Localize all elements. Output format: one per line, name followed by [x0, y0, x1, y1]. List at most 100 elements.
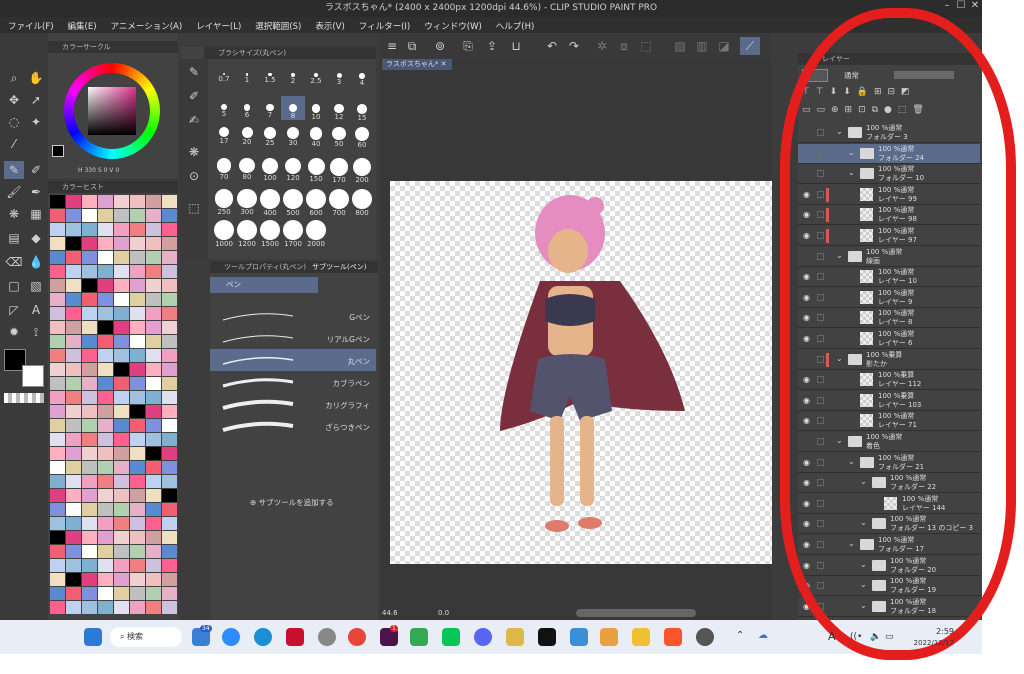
- color-history-swatch[interactable]: [146, 251, 161, 264]
- color-history-swatch[interactable]: [98, 307, 113, 320]
- color-history-swatch[interactable]: [162, 601, 177, 614]
- pattern-tool-icon[interactable]: ▦: [26, 205, 46, 223]
- color-history-swatch[interactable]: [82, 517, 97, 530]
- color-history-swatch[interactable]: [114, 377, 129, 390]
- color-history-swatch[interactable]: [82, 391, 97, 404]
- color-history-swatch[interactable]: [114, 349, 129, 362]
- open-icon[interactable]: ⊚: [430, 37, 450, 55]
- color-history-swatch[interactable]: [114, 223, 129, 236]
- color-history-swatch[interactable]: [50, 349, 65, 362]
- snap-icon[interactable]: ▨: [670, 37, 690, 55]
- color-history-swatch[interactable]: [98, 251, 113, 264]
- color-history-swatch[interactable]: [162, 335, 177, 348]
- sub-color-swatch[interactable]: [22, 365, 44, 387]
- figure-tool-icon[interactable]: □: [4, 277, 24, 295]
- menu-list-icon[interactable]: ≡: [382, 37, 402, 55]
- brave-icon[interactable]: [664, 628, 682, 646]
- color-history-swatch[interactable]: [130, 349, 145, 362]
- brush-size-option[interactable]: 2.5: [304, 65, 328, 85]
- subtool-item[interactable]: カブラペン: [210, 371, 376, 393]
- color-history-swatch[interactable]: [66, 503, 81, 516]
- color-history-swatch[interactable]: [82, 559, 97, 572]
- brush-size-option[interactable]: 600: [304, 189, 328, 217]
- menu-help[interactable]: ヘルプ(H): [488, 17, 541, 33]
- move-tool-icon[interactable]: ✥: [4, 91, 24, 109]
- color-history-swatch[interactable]: [146, 391, 161, 404]
- eraser-tool-icon[interactable]: ⌫: [4, 253, 24, 271]
- transparent-color-swatch[interactable]: [4, 393, 44, 403]
- color-history-swatch[interactable]: [50, 475, 65, 488]
- color-history-swatch[interactable]: [98, 447, 113, 460]
- horizontal-scrollbar[interactable]: [576, 609, 696, 617]
- color-history-swatch[interactable]: [66, 237, 81, 250]
- color-history-swatch[interactable]: [162, 573, 177, 586]
- chrome-icon[interactable]: [348, 628, 366, 646]
- color-history-swatch[interactable]: [130, 545, 145, 558]
- color-history-swatch[interactable]: [114, 601, 129, 614]
- color-history-swatch[interactable]: [66, 531, 81, 544]
- color-history-swatch[interactable]: [114, 405, 129, 418]
- color-history-swatch[interactable]: [98, 517, 113, 530]
- color-history-swatch[interactable]: [130, 419, 145, 432]
- onedrive-icon[interactable]: ☁: [758, 630, 768, 641]
- frame-tool-icon[interactable]: ▧: [26, 277, 46, 295]
- menu-edit[interactable]: 編集(E): [60, 17, 103, 33]
- clip-paint-icon[interactable]: [696, 628, 714, 646]
- color-history-swatch[interactable]: [98, 531, 113, 544]
- color-history-swatch[interactable]: [146, 601, 161, 614]
- color-history-swatch[interactable]: [82, 209, 97, 222]
- color-history-swatch[interactable]: [146, 531, 161, 544]
- color-history-swatch[interactable]: [114, 447, 129, 460]
- color-history-swatch[interactable]: [66, 279, 81, 292]
- hand-tool-icon[interactable]: ✋: [26, 69, 46, 87]
- saturation-value-square[interactable]: [88, 87, 136, 135]
- color-history-swatch[interactable]: [50, 293, 65, 306]
- color-history-swatch[interactable]: [162, 377, 177, 390]
- color-history-swatch[interactable]: [50, 503, 65, 516]
- subtool-group-pen[interactable]: ペン: [210, 277, 318, 293]
- blend-group-icon[interactable]: ⊙: [184, 167, 204, 185]
- color-history-swatch[interactable]: [130, 195, 145, 208]
- color-history-tab[interactable]: カラーヒスト: [48, 181, 178, 193]
- color-history-swatch[interactable]: [114, 545, 129, 558]
- brush-size-option[interactable]: 250: [212, 189, 236, 216]
- color-history-swatch[interactable]: [98, 237, 113, 250]
- color-history-swatch[interactable]: [82, 321, 97, 334]
- color-history-swatch[interactable]: [50, 545, 65, 558]
- color-history-swatch[interactable]: [82, 293, 97, 306]
- brush-group-icon[interactable]: ✍: [184, 111, 204, 129]
- color-history-swatch[interactable]: [130, 573, 145, 586]
- color-history-swatch[interactable]: [98, 377, 113, 390]
- color-history-swatch[interactable]: [98, 503, 113, 516]
- decoration-tool-icon[interactable]: ❋: [4, 205, 24, 223]
- color-history-swatch[interactable]: [66, 545, 81, 558]
- menu-window[interactable]: ウィンドウ(W): [416, 17, 488, 33]
- color-history-swatch[interactable]: [130, 559, 145, 572]
- brush-size-option[interactable]: 25: [258, 127, 282, 147]
- color-history-swatch[interactable]: [162, 209, 177, 222]
- color-history-swatch[interactable]: [146, 223, 161, 236]
- snap-grid-icon[interactable]: ◪: [714, 37, 734, 55]
- color-history-swatch[interactable]: [146, 335, 161, 348]
- subtool-item[interactable]: リアルGペン: [210, 327, 376, 349]
- snap-ruler-icon[interactable]: ▥: [692, 37, 712, 55]
- brush-size-option[interactable]: 2: [281, 65, 305, 85]
- brush-size-option[interactable]: 200: [350, 158, 374, 184]
- fill-selection-icon[interactable]: ⧈: [614, 37, 634, 55]
- color-history-swatch[interactable]: [66, 573, 81, 586]
- color-history-swatch[interactable]: [114, 293, 129, 306]
- color-history-swatch[interactable]: [98, 279, 113, 292]
- color-history-swatch[interactable]: [50, 209, 65, 222]
- color-circle-tab[interactable]: カラーサークル: [48, 41, 178, 53]
- brush-size-option[interactable]: 6: [235, 96, 259, 119]
- color-history-swatch[interactable]: [130, 461, 145, 474]
- color-history-swatch[interactable]: [146, 265, 161, 278]
- color-history-swatch[interactable]: [130, 237, 145, 250]
- color-history-swatch[interactable]: [82, 223, 97, 236]
- drive-icon[interactable]: [410, 628, 428, 646]
- color-history-swatch[interactable]: [50, 433, 65, 446]
- color-history-swatch[interactable]: [114, 573, 129, 586]
- pencil-group-icon[interactable]: ✐: [184, 87, 204, 105]
- color-history-swatch[interactable]: [98, 265, 113, 278]
- decoration-group-icon[interactable]: ❋: [184, 143, 204, 161]
